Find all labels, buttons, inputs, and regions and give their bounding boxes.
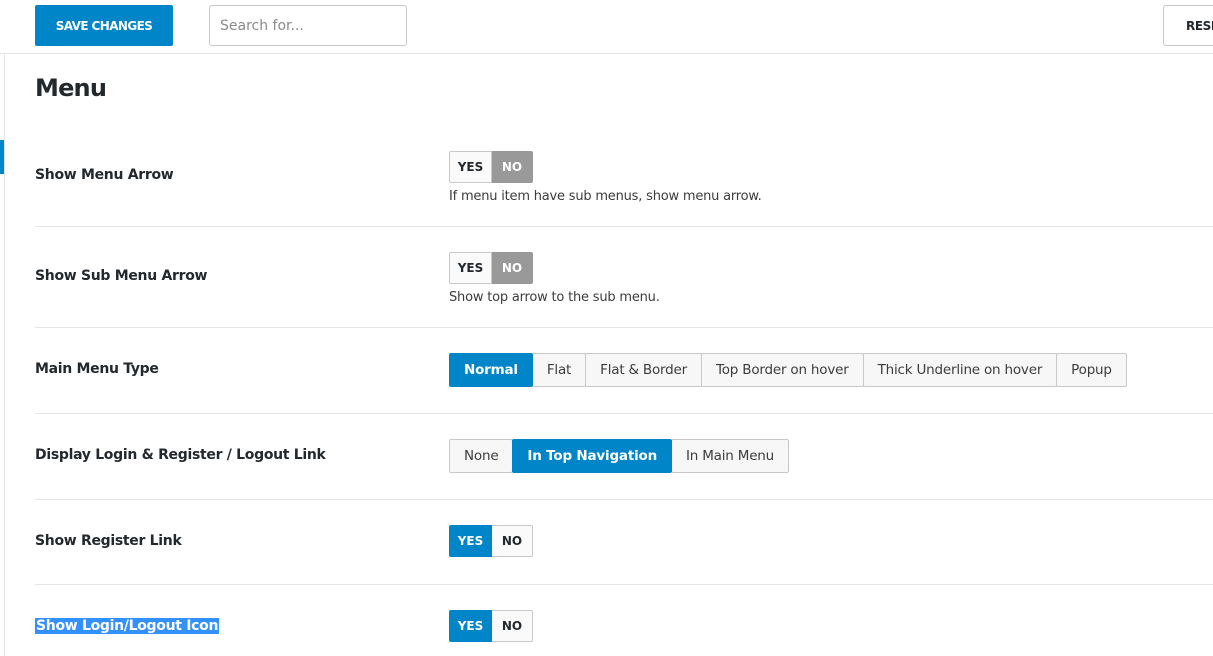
- menu-type-top-border-hover-option[interactable]: Top Border on hover: [701, 353, 864, 387]
- menu-type-flat-option[interactable]: Flat: [531, 353, 587, 387]
- menu-type-thick-underline-hover-option[interactable]: Thick Underline on hover: [862, 353, 1058, 387]
- show-login-logout-icon-toggle: YES NO: [449, 610, 533, 642]
- setting-row-show-register-link: Show Register Link YES NO: [35, 500, 1213, 585]
- setting-row-main-menu-type: Main Menu Type Normal Flat Flat & Border…: [35, 328, 1213, 414]
- show-sub-menu-arrow-toggle: YES NO: [449, 252, 533, 284]
- menu-type-normal-option[interactable]: Normal: [449, 353, 533, 387]
- toggle-yes-option[interactable]: YES: [449, 252, 492, 284]
- page-title: Menu: [35, 74, 107, 102]
- active-section-indicator: [0, 140, 4, 174]
- selected-label-text: Show Login/Logout Icon: [35, 618, 220, 634]
- setting-label: Display Login & Register / Logout Link: [35, 447, 326, 463]
- setting-label: Show Sub Menu Arrow: [35, 268, 208, 284]
- login-register-location-options: None In Top Navigation In Main Menu: [449, 439, 790, 473]
- toggle-yes-option[interactable]: YES: [449, 525, 492, 557]
- setting-label: Main Menu Type: [35, 361, 159, 377]
- setting-label: Show Menu Arrow: [35, 167, 174, 183]
- toggle-no-option[interactable]: NO: [492, 525, 533, 557]
- setting-row-show-login-logout-icon: Show Login/Logout Icon YES NO: [35, 585, 1213, 656]
- login-location-top-navigation-option[interactable]: In Top Navigation: [512, 439, 672, 473]
- main-menu-type-options: Normal Flat Flat & Border Top Border on …: [449, 353, 1127, 387]
- menu-type-flat-border-option[interactable]: Flat & Border: [585, 353, 702, 387]
- login-location-none-option[interactable]: None: [449, 439, 514, 473]
- setting-label: Show Login/Logout Icon: [35, 618, 220, 634]
- toggle-no-option[interactable]: NO: [492, 610, 533, 642]
- toggle-no-option[interactable]: NO: [492, 252, 533, 284]
- search-input[interactable]: [209, 5, 407, 46]
- sidebar-border: [4, 54, 5, 656]
- options-toolbar: SAVE CHANGES RESET: [0, 0, 1213, 54]
- toggle-yes-option[interactable]: YES: [449, 610, 492, 642]
- toggle-no-option[interactable]: NO: [492, 151, 533, 183]
- login-location-main-menu-option[interactable]: In Main Menu: [671, 439, 790, 473]
- reset-button[interactable]: RESET: [1163, 5, 1213, 46]
- show-register-link-toggle: YES NO: [449, 525, 533, 557]
- setting-row-display-login-register: Display Login & Register / Logout Link N…: [35, 414, 1213, 500]
- menu-type-popup-option[interactable]: Popup: [1056, 353, 1127, 387]
- toggle-yes-option[interactable]: YES: [449, 151, 492, 183]
- show-menu-arrow-toggle: YES NO: [449, 151, 533, 183]
- setting-label: Show Register Link: [35, 533, 182, 549]
- setting-row-show-menu-arrow: Show Menu Arrow YES NO If menu item have…: [35, 127, 1213, 227]
- save-changes-button[interactable]: SAVE CHANGES: [35, 5, 173, 46]
- setting-row-show-sub-menu-arrow: Show Sub Menu Arrow YES NO Show top arro…: [35, 227, 1213, 328]
- setting-description: Show top arrow to the sub menu.: [449, 290, 660, 305]
- theme-options-page: SAVE CHANGES RESET Menu Show Menu Arrow …: [0, 0, 1213, 656]
- setting-description: If menu item have sub menus, show menu a…: [449, 189, 762, 204]
